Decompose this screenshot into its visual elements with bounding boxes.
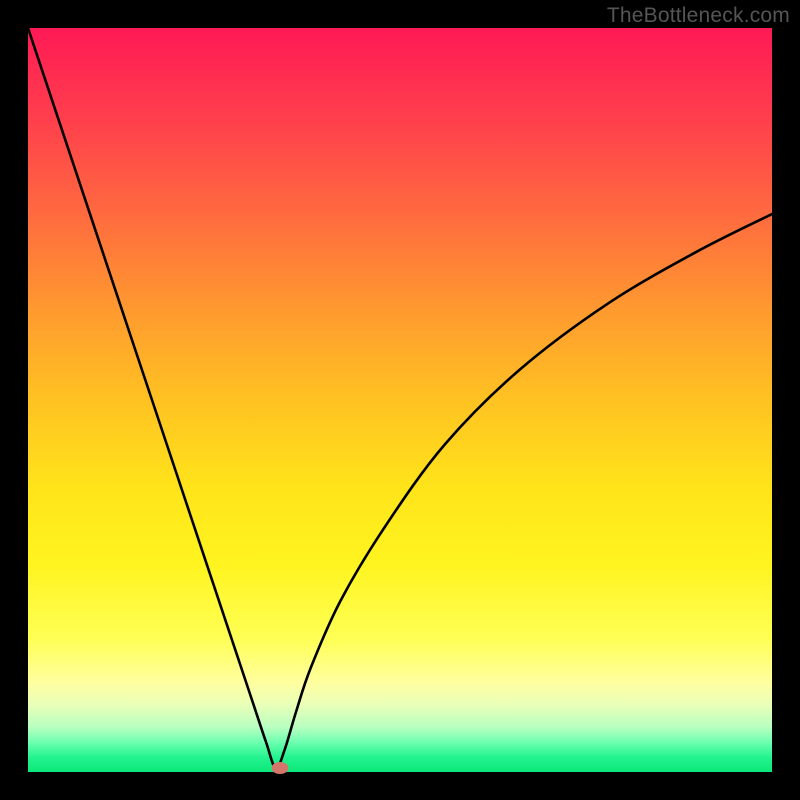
chart-plot-area — [28, 28, 772, 772]
curve-svg — [28, 28, 772, 772]
chart-frame: TheBottleneck.com — [0, 0, 800, 800]
optimum-marker — [272, 762, 289, 774]
bottleneck-curve — [28, 28, 772, 768]
watermark-text: TheBottleneck.com — [607, 4, 790, 28]
